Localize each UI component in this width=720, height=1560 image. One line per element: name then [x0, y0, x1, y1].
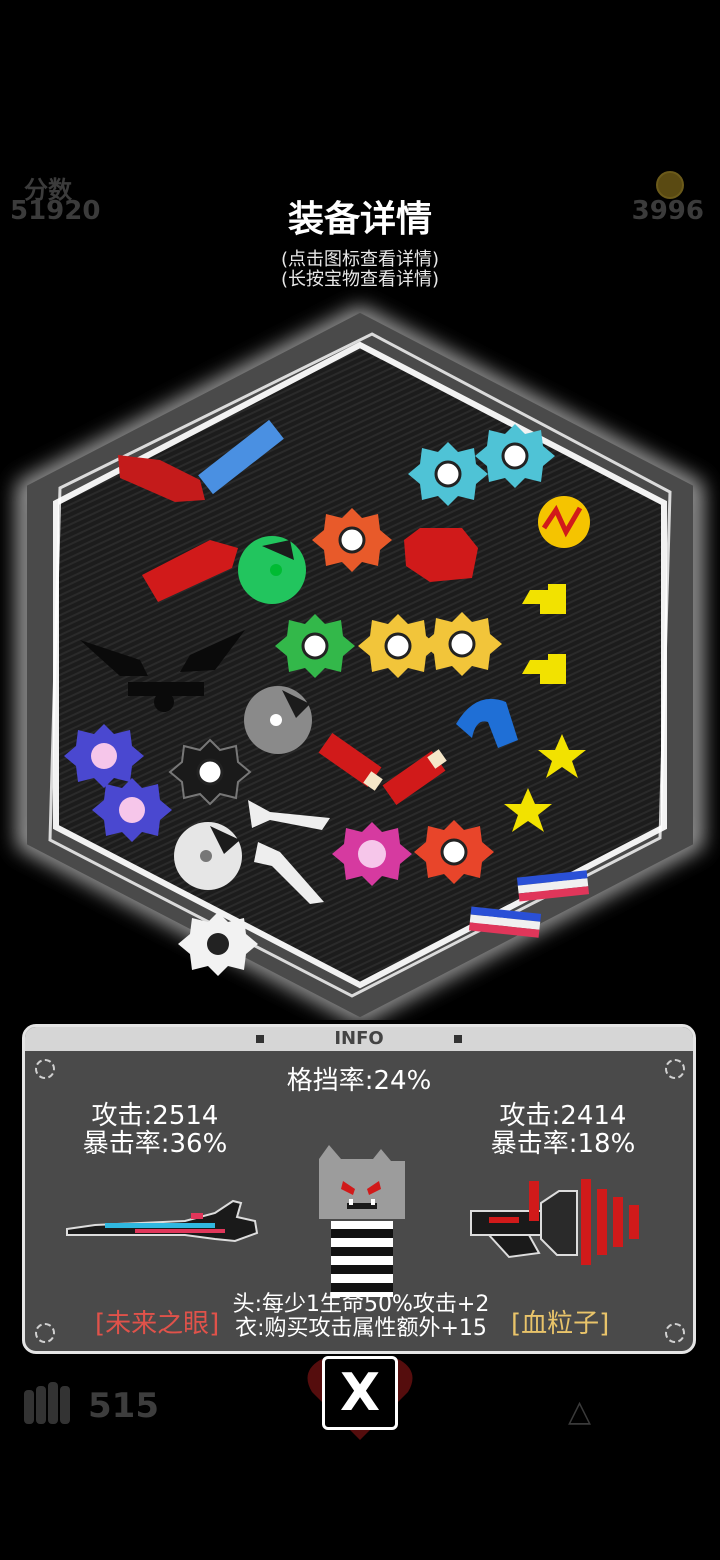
left-weapon-rifle-icon[interactable]: [65, 1195, 261, 1253]
info-header-label: INFO: [334, 1028, 384, 1049]
bolt-icon: [665, 1323, 685, 1343]
ammo-icon: [24, 1382, 70, 1424]
block-rate: 格挡率:24%: [286, 1066, 432, 1096]
info-panel: INFO 格挡率:24% 攻击:2514 暴击率:36% 攻击:2414 暴击率…: [22, 1024, 696, 1354]
left-weapon-attack: 攻击:2514: [91, 1101, 219, 1131]
bolt-icon: [35, 1323, 55, 1343]
close-button[interactable]: X: [322, 1356, 398, 1430]
left-weapon-crit: 暴击率:36%: [82, 1129, 228, 1159]
treasure-grey-orb-icon[interactable]: [244, 686, 312, 754]
effect-body-text: 衣:购买攻击属性额外+15: [235, 1316, 487, 1341]
info-header: INFO: [25, 1027, 693, 1051]
treasure-white-orb-icon[interactable]: [174, 822, 242, 890]
close-icon[interactable]: X: [325, 1359, 395, 1427]
dialog-title: 装备详情: [287, 199, 432, 240]
left-weapon-name: [未来之眼]: [95, 1309, 220, 1339]
triangle-icon: △: [568, 1394, 592, 1429]
hint-hold: (长按宝物查看详情): [280, 269, 440, 290]
treasure-hexagon: [17, 305, 703, 1020]
treasure-green-orb-icon[interactable]: [238, 536, 306, 604]
effect-head-text: 头:每少1生命50%攻击+2: [232, 1292, 490, 1317]
hint-tap: (点击图标查看详情): [280, 249, 440, 270]
right-weapon-cannon-icon[interactable]: [469, 1173, 653, 1273]
right-weapon-name: [血粒子]: [511, 1309, 610, 1339]
ammo-value: 515: [88, 1386, 159, 1426]
player-character-icon: [319, 1145, 405, 1297]
treasure-yellow-zigzag-coin-icon[interactable]: [538, 496, 590, 548]
right-weapon-attack: 攻击:2414: [499, 1101, 627, 1131]
right-weapon-crit: 暴击率:18%: [490, 1129, 636, 1159]
